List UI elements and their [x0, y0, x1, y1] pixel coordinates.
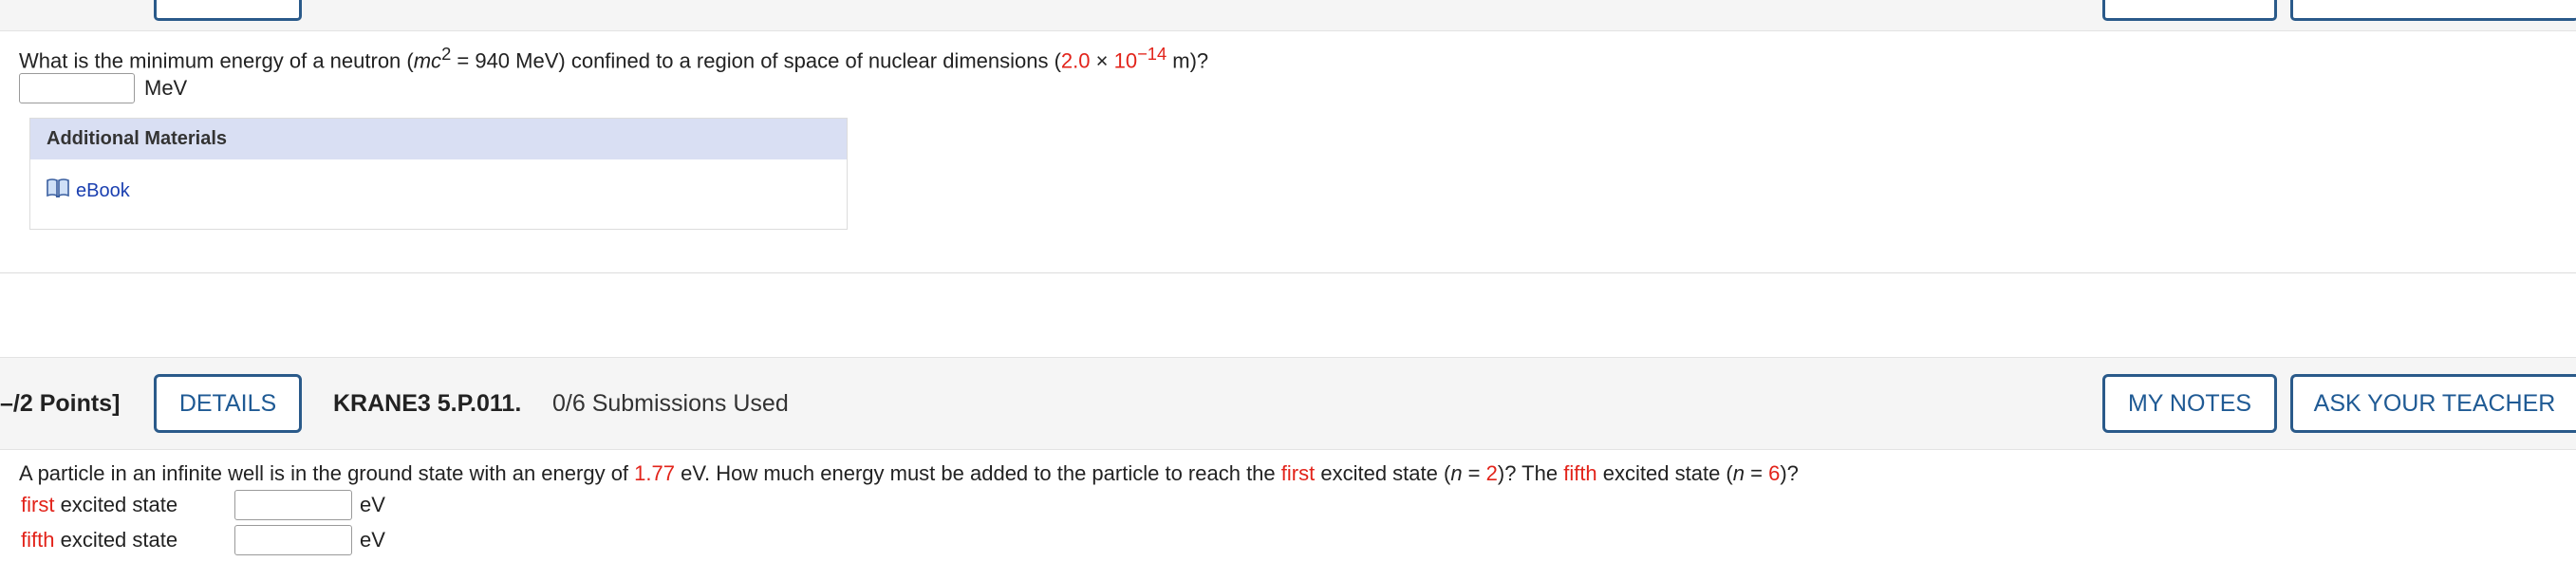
q2-first-word: first: [1280, 461, 1316, 485]
details-button-partial[interactable]: [154, 0, 302, 21]
q2-text-part: )? The: [1497, 461, 1564, 485]
q1-superscript: 2: [441, 44, 452, 64]
ask-teacher-button-partial[interactable]: [2290, 0, 2576, 21]
q2-eq: =: [1745, 461, 1769, 485]
q2-fifth-word: fifth: [1563, 461, 1597, 485]
ebook-label: eBook: [76, 179, 130, 201]
ebook-link[interactable]: eBook: [46, 178, 130, 204]
q2-n-fifth: 6: [1768, 461, 1781, 485]
q1-times: ×: [1090, 48, 1114, 73]
fifth-excited-input[interactable]: [234, 525, 352, 555]
details-button[interactable]: DETAILS: [154, 374, 302, 433]
q1-answer-row: MeV: [19, 73, 187, 103]
q1-text-part: = 940 MeV) confined to a region of space…: [451, 48, 1061, 73]
q2-text-part: A particle in an infinite well is in the…: [19, 461, 635, 485]
first-excited-row: first excited state eV: [21, 490, 385, 520]
q1-answer-input[interactable]: [19, 73, 135, 103]
q1-value: 2.0: [1060, 48, 1091, 73]
problem-code: KRANE3 5.P.011.: [333, 390, 522, 417]
q1-ten: 10: [1113, 48, 1138, 73]
q1-text-part: What is the minimum energy of a neutron …: [19, 48, 414, 73]
my-notes-button[interactable]: MY NOTES: [2102, 374, 2277, 433]
first-label-red: first: [21, 493, 55, 516]
book-icon: [46, 178, 76, 204]
additional-materials-panel: Additional Materials eBook: [29, 118, 848, 230]
first-excited-unit: eV: [360, 493, 385, 516]
additional-materials-title: Additional Materials: [30, 119, 847, 159]
q2-text-part: eV. How much energy must be added to the…: [674, 461, 1281, 485]
my-notes-button-partial[interactable]: [2102, 0, 2277, 21]
q2-eq: =: [1462, 461, 1486, 485]
q2-n: n: [1450, 461, 1463, 485]
q2-n: n: [1732, 461, 1745, 485]
fifth-excited-label: fifth excited state: [21, 528, 234, 553]
q1-unit: MeV: [144, 76, 188, 100]
points-label: –/2 Points]: [0, 390, 121, 417]
q1-mc: mc: [413, 48, 442, 73]
problem-header-band: –/2 Points] DETAILS KRANE3 5.P.011. 0/6 …: [0, 357, 2576, 450]
q2-text-part: excited state (: [1596, 461, 1733, 485]
fifth-label-red: fifth: [21, 528, 55, 552]
q1-exponent: −14: [1137, 44, 1167, 64]
first-excited-label: first excited state: [21, 493, 234, 517]
q2-text-part: )?: [1780, 461, 1799, 485]
q2-text-part: excited state (: [1315, 461, 1451, 485]
previous-problem-header-band: [0, 0, 2576, 31]
submissions-used: 0/6 Submissions Used: [552, 390, 789, 417]
section-divider: [0, 272, 2576, 273]
fifth-excited-row: fifth excited state eV: [21, 525, 385, 555]
first-label-rest: excited state: [54, 493, 178, 516]
question-2-text: A particle in an infinite well is in the…: [19, 461, 1799, 486]
fifth-label-rest: excited state: [54, 528, 178, 552]
question-1-text: What is the minimum energy of a neutron …: [19, 44, 1208, 73]
ask-your-teacher-button[interactable]: ASK YOUR TEACHER: [2290, 374, 2576, 433]
q1-text-part: m)?: [1167, 48, 1209, 73]
first-excited-input[interactable]: [234, 490, 352, 520]
q2-energy: 1.77: [634, 461, 675, 485]
fifth-excited-unit: eV: [360, 528, 385, 552]
q2-n-first: 2: [1485, 461, 1498, 485]
